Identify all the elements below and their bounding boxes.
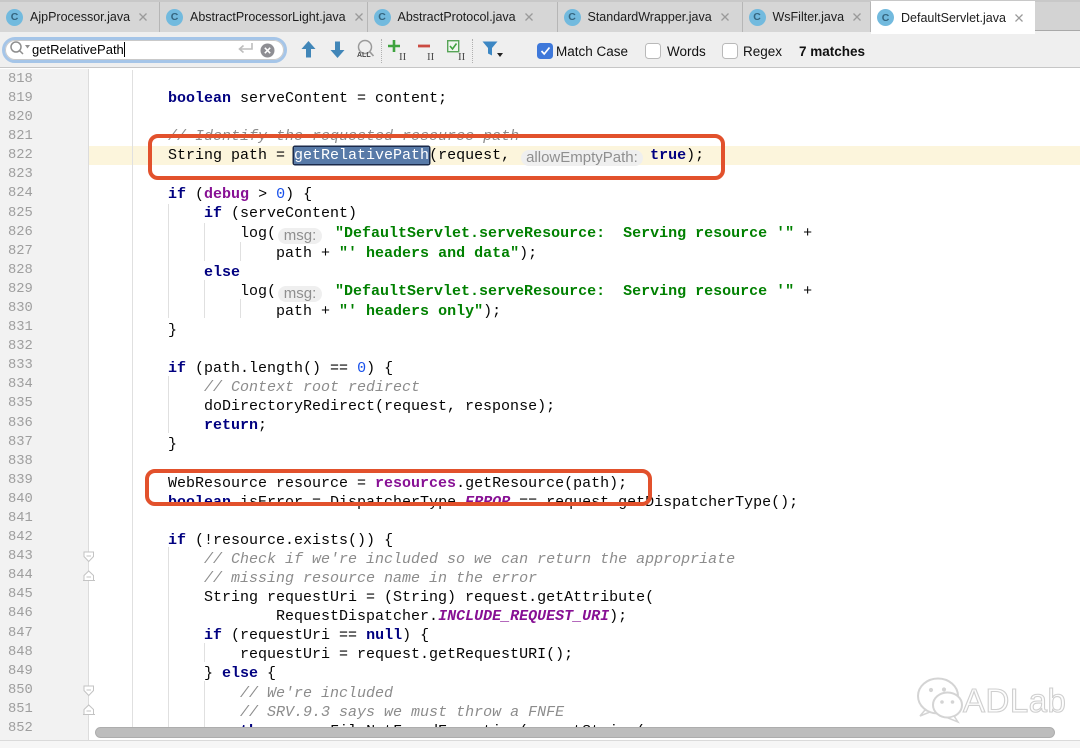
svg-text:ALL: ALL xyxy=(357,52,371,59)
svg-text:II: II xyxy=(458,51,466,62)
svg-text:II: II xyxy=(399,51,407,62)
svg-text:II: II xyxy=(427,51,435,62)
